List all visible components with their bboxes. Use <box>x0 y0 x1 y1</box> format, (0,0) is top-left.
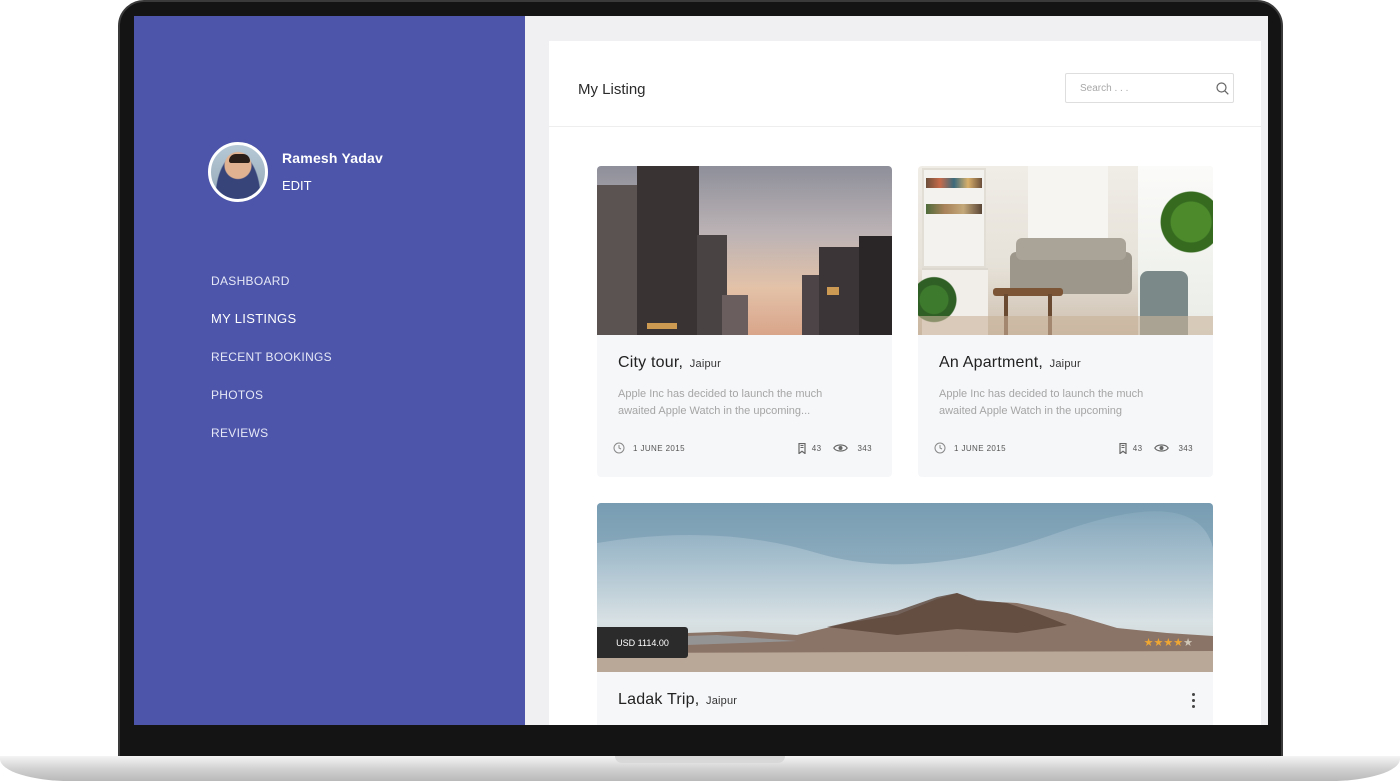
listing-card-city-tour[interactable]: City tour, Jaipur Apple Inc has decided … <box>597 166 892 477</box>
listing-date: 1 JUNE 2015 <box>954 443 1006 453</box>
app-screen: Ramesh Yadav EDIT DASHBOARD MY LISTINGS … <box>134 16 1268 725</box>
listing-title: Ladak Trip, <box>618 691 700 708</box>
listing-city: Jaipur <box>1049 358 1081 370</box>
search-input[interactable] <box>1066 74 1212 102</box>
clock-icon <box>934 442 946 454</box>
sidebar-item-photos[interactable]: PHOTOS <box>211 388 332 426</box>
star-icon: ★ <box>1173 637 1184 649</box>
user-profile: Ramesh Yadav EDIT <box>208 142 383 202</box>
bookmark-icon <box>798 442 806 454</box>
listing-meta: 1 JUNE 2015 43 343 <box>613 442 872 454</box>
listing-meta: 1 JUNE 2015 43 343 <box>934 442 1193 454</box>
clock-icon <box>613 442 625 454</box>
card-body: An Apartment, Jaipur Apple Inc has decid… <box>918 335 1213 420</box>
listing-city: Jaipur <box>689 358 721 370</box>
price-tag: USD 1114.00 <box>597 627 688 658</box>
eye-icon <box>833 444 849 452</box>
card-title: An Apartment, Jaipur <box>939 354 1193 372</box>
listing-description: Apple Inc has decided to launch the much… <box>618 388 823 417</box>
apartment-photo <box>918 166 1213 335</box>
star-icon: ★ <box>1163 637 1174 649</box>
star-empty-icon: ★ <box>1183 637 1193 649</box>
star-icon: ★ <box>1143 637 1154 649</box>
listing-date: 1 JUNE 2015 <box>633 443 685 453</box>
rating-stars: ★★★★★ <box>1144 636 1193 649</box>
views-count: 343 <box>857 443 872 453</box>
sidebar-item-dashboard[interactable]: DASHBOARD <box>211 274 332 312</box>
listing-title: An Apartment, <box>939 354 1043 371</box>
card-title: Ladak Trip, Jaipur <box>618 691 1193 709</box>
listing-card-ladak-trip[interactable]: USD 1114.00 ★★★★★ Ladak Trip, Jaipur <box>597 503 1213 725</box>
main-panel: My Listing City tour, <box>549 41 1261 725</box>
listing-description: Apple Inc has decided to launch the much… <box>939 388 1144 417</box>
edit-profile-link[interactable]: EDIT <box>282 178 312 193</box>
sidebar-item-recent-bookings[interactable]: RECENT BOOKINGS <box>211 350 332 388</box>
card-body: City tour, Jaipur Apple Inc has decided … <box>597 335 892 420</box>
laptop-base <box>0 756 1400 781</box>
mountain-illustration <box>597 503 1213 672</box>
star-icon: ★ <box>1153 637 1164 649</box>
search-icon[interactable] <box>1212 81 1233 95</box>
search-box <box>1065 73 1234 103</box>
card-title: City tour, Jaipur <box>618 354 872 372</box>
sidebar-item-reviews[interactable]: REVIEWS <box>211 426 332 464</box>
bookings-count: 43 <box>1132 443 1143 453</box>
main-header: My Listing <box>549 41 1261 127</box>
avatar-hair <box>229 154 250 163</box>
profile-text: Ramesh Yadav EDIT <box>282 150 383 195</box>
sidebar-nav: DASHBOARD MY LISTINGS RECENT BOOKINGS PH… <box>211 274 332 464</box>
mountain-photo: USD 1114.00 ★★★★★ <box>597 503 1213 672</box>
sidebar: Ramesh Yadav EDIT DASHBOARD MY LISTINGS … <box>134 16 525 725</box>
profile-name: Ramesh Yadav <box>282 149 383 166</box>
more-options-icon[interactable] <box>1186 691 1201 710</box>
city-street-photo <box>597 166 892 335</box>
bookings-count: 43 <box>811 443 822 453</box>
listing-city: Jaipur <box>706 695 738 707</box>
listing-card-apartment[interactable]: An Apartment, Jaipur Apple Inc has decid… <box>918 166 1213 477</box>
laptop-notch <box>615 756 785 763</box>
avatar[interactable] <box>208 142 268 202</box>
sidebar-item-my-listings[interactable]: MY LISTINGS <box>211 312 332 350</box>
page-title: My Listing <box>578 81 646 98</box>
bookmark-icon <box>1119 442 1127 454</box>
views-count: 343 <box>1178 443 1193 453</box>
listing-title: City tour, <box>618 354 684 371</box>
card-body: Ladak Trip, Jaipur <box>597 672 1213 709</box>
eye-icon <box>1154 444 1170 452</box>
